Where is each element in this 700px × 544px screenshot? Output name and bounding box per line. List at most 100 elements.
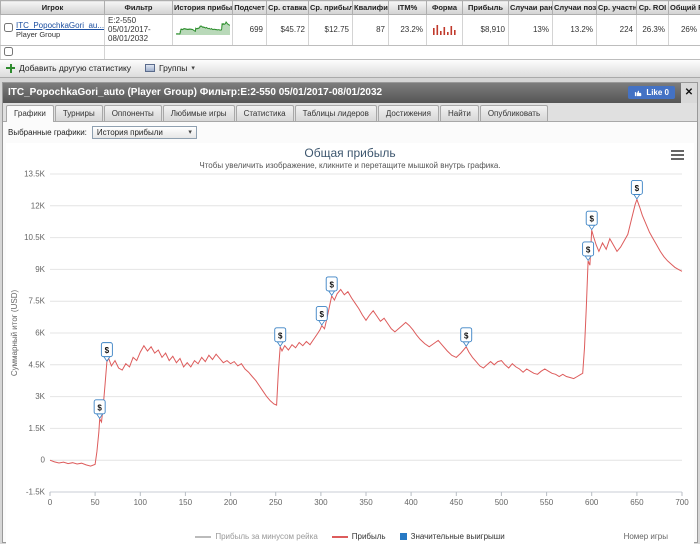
col-header-player[interactable]: Игрок [0,0,105,15]
tab-favorite-games[interactable]: Любимые игры [162,104,235,121]
red-line-swatch [331,535,348,538]
tab-statistics[interactable]: Статистика [235,104,294,121]
svg-text:6K: 6K [35,328,45,337]
groups-button[interactable]: Группы ▾ [145,63,195,73]
early-cases-cell: 13% [508,14,553,46]
chart-select[interactable]: История прибыли ▾ [91,125,197,139]
col-header-profit[interactable]: Прибыль [462,0,509,15]
groups-icon [145,64,156,73]
svg-text:100: 100 [134,498,148,507]
svg-text:1.5K: 1.5K [29,423,46,432]
legend-item-significant-wins[interactable]: Значительные выигрыши [399,532,505,542]
profit-sparkline-chart [175,21,231,36]
count-cell: 699 [232,14,267,46]
panel-title: ITC_PopochkaGori_auto (Player Group) Фил… [8,87,383,99]
col-header-qualified[interactable]: Квалифи [352,0,389,15]
player-detail-panel: ITC_PopochkaGori_auto (Player Group) Фил… [2,81,698,544]
tab-tournaments[interactable]: Турниры [54,104,103,121]
svg-text:7.5K: 7.5K [29,296,46,305]
tab-search[interactable]: Найти [439,104,479,121]
add-icon [6,63,15,73]
svg-text:$: $ [97,403,102,412]
avg-roi-cell: 26.3% [636,14,669,46]
tab-publish[interactable]: Опубликовать [479,104,549,121]
profit-chart[interactable]: -1.5K01.5K3K4.5K6K7.5K9K10.5K12K13.5K0 50… [6,170,694,530]
form-cell [426,14,463,46]
tab-leaderboards[interactable]: Таблицы лидеров [294,104,377,121]
player-link[interactable]: ITC_PopochkaGori_au... [16,21,104,30]
svg-text:0: 0 [48,498,53,507]
svg-text:500: 500 [495,498,509,507]
add-statistic-button[interactable]: Добавить другую статистику [6,63,131,73]
legend-label: Значительные выигрыши [410,532,505,542]
tab-charts[interactable]: Графики [6,104,54,122]
svg-text:600: 600 [585,498,599,507]
col-header-early-cases[interactable]: Случаи ранн [508,0,553,15]
toolbar: Добавить другую статистику Группы ▾ [0,59,700,78]
svg-text:350: 350 [359,498,373,507]
chart-subtitle: Чтобы увеличить изображение, кликните и … [199,160,501,170]
col-header-form[interactable]: Форма [426,0,463,15]
col-header-avg-entrants[interactable]: Ср. участни [596,0,637,15]
chart-select-value: История прибыли [96,127,163,137]
svg-text:$: $ [589,214,594,223]
qualified-cell: 87 [352,14,389,46]
legend-item-profit[interactable]: Прибыль [331,532,386,541]
selected-charts-label: Выбранные графики: [8,127,87,137]
svg-text:50: 50 [91,498,100,507]
row-checkbox[interactable] [4,22,13,32]
chart-menu-icon[interactable] [671,149,684,162]
close-icon[interactable]: ✕ [681,82,697,103]
avg-profit-cell: $12.75 [308,14,353,46]
svg-text:12K: 12K [31,201,46,210]
svg-text:0: 0 [41,455,46,464]
col-header-avg-profit[interactable]: Ср. прибыль [308,0,353,15]
legend-item-profit-minus-rake[interactable]: Прибыль за минусом рейка [195,532,318,541]
svg-text:10.5K: 10.5K [24,233,46,242]
chevron-down-icon: ▾ [188,129,192,137]
late-cases-cell: 13.2% [552,14,597,46]
col-header-late-cases[interactable]: Случаи позд [552,0,597,15]
empty-row-checkbox[interactable] [4,46,13,56]
form-mini-chart [432,24,456,35]
player-type-label: Player Group [16,29,61,39]
svg-text:-1.5K: -1.5K [26,487,46,496]
col-header-avg-stake[interactable]: Ср. ставка [266,0,309,15]
col-header-itm[interactable]: ITM% [388,0,427,15]
tab-achievements[interactable]: Достижения [377,104,439,121]
tab-opponents[interactable]: Оппоненты [103,104,162,121]
svg-text:$: $ [105,346,110,355]
chart-legend: Прибыль за минусом рейка Прибыль Значите… [6,530,694,544]
chart-controls: Выбранные графики: История прибыли ▾ [3,122,697,143]
svg-text:200: 200 [224,498,238,507]
avg-stake-cell: $45.72 [266,14,309,46]
chart-area: Общая прибыль Чтобы увеличить изображени… [6,142,694,544]
facebook-like-button[interactable]: Like 0 [628,86,675,100]
profit-history-cell [172,14,233,46]
panel-header: ITC_PopochkaGori_auto (Player Group) Фил… [3,82,697,103]
svg-text:$: $ [329,280,334,289]
svg-text:700: 700 [675,498,689,507]
player-cell: ITC_PopochkaGori_au... Player Group [0,14,105,46]
svg-text:550: 550 [540,498,554,507]
svg-text:4.5K: 4.5K [29,360,46,369]
tab-bar: Графики Турниры Оппоненты Любимые игры С… [3,102,697,122]
col-header-total-roi[interactable]: Общий ROI [668,0,700,15]
svg-text:13.5K: 13.5K [24,170,46,179]
chevron-down-icon: ▾ [191,65,195,73]
total-roi-cell: 26% [668,14,700,46]
svg-text:300: 300 [314,498,328,507]
col-header-avg-roi[interactable]: Ср. ROI [636,0,669,15]
svg-text:$: $ [635,184,640,193]
svg-text:Суммарный итог (USD): Суммарный итог (USD) [10,289,19,376]
col-header-filter[interactable]: Фильтр [104,0,173,15]
x-axis-title: Номер игры [623,531,668,541]
profit-cell: $8,910 [462,14,509,46]
svg-text:$: $ [320,310,325,319]
col-header-profit-history[interactable]: История прибыли [172,0,233,15]
like-label: Like 0 [646,88,669,98]
col-header-count[interactable]: Подсчет [232,0,267,15]
svg-text:150: 150 [179,498,193,507]
blue-square-swatch [399,533,407,541]
svg-text:450: 450 [450,498,464,507]
